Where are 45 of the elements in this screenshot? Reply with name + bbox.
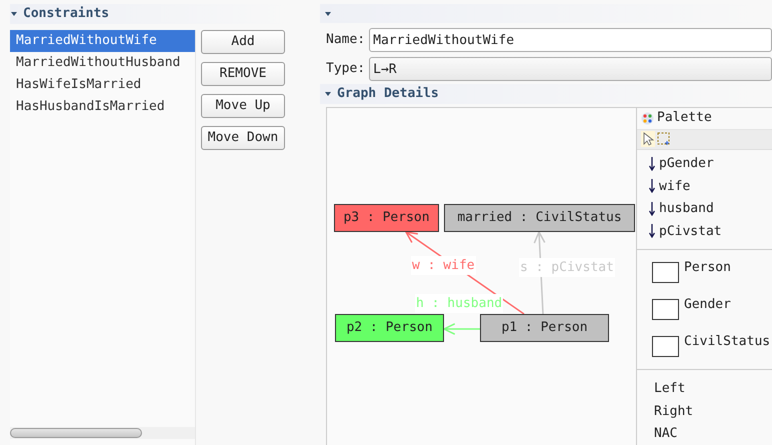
palette-tool[interactable]: Gender xyxy=(652,294,772,322)
arrow-down-icon xyxy=(649,179,655,194)
list-button[interactable]: Move Down xyxy=(201,126,285,150)
scrollbar-thumb[interactable] xyxy=(10,428,142,438)
palette-tool[interactable]: wife xyxy=(649,175,772,198)
graph-node[interactable]: married : CivilStatus xyxy=(444,204,635,232)
collapse-toggle-icon[interactable] xyxy=(10,10,18,18)
palette-tool[interactable]: Person xyxy=(652,258,772,284)
field-label: Name: xyxy=(326,31,366,50)
section-title: Graph Details xyxy=(337,85,439,103)
constraint-item[interactable]: HasHusbandIsMarried xyxy=(10,96,195,118)
arrow-down-icon xyxy=(649,202,655,216)
palette-section[interactable]: Right xyxy=(654,400,772,422)
list-button[interactable]: REMOVE xyxy=(201,62,285,86)
marquee-tool-icon[interactable] xyxy=(657,132,671,146)
constraint-item[interactable]: MarriedWithoutWife xyxy=(10,30,195,52)
node-shape-icon xyxy=(652,336,679,356)
arrow-down-icon xyxy=(649,156,655,171)
edge-label: h : husband xyxy=(415,294,504,313)
name-field[interactable]: MarriedWithoutWife xyxy=(369,28,772,52)
constraint-item[interactable]: MarriedWithoutHusband xyxy=(10,52,195,74)
field-label: Type: xyxy=(326,60,366,78)
palette-section[interactable]: Left xyxy=(654,378,772,400)
collapse-toggle-icon[interactable] xyxy=(324,90,332,98)
collapse-toggle-icon[interactable] xyxy=(324,10,332,18)
node-shape-icon xyxy=(652,262,679,282)
palette-tool[interactable]: pCivstat xyxy=(649,220,772,242)
palette-section[interactable]: NAC xyxy=(654,422,772,445)
list-button[interactable]: Move Up xyxy=(201,94,285,118)
section-title: Constraints xyxy=(23,5,110,24)
graph-node[interactable]: p3 : Person xyxy=(334,204,439,232)
graph-node[interactable]: p2 : Person xyxy=(335,314,444,342)
palette-tool[interactable]: pGender xyxy=(649,152,772,175)
pointer-tool-icon[interactable] xyxy=(641,131,655,147)
palette-tool[interactable]: CivilStatus xyxy=(652,332,772,358)
constraint-item[interactable]: HasWifeIsMarried xyxy=(10,74,195,96)
graph-node[interactable]: p1 : Person xyxy=(480,314,609,342)
type-field[interactable]: L→R xyxy=(369,57,772,81)
node-shape-icon xyxy=(652,298,679,320)
palette-icon xyxy=(641,112,654,124)
edge-label: w : wife xyxy=(411,256,476,275)
palette-title: Palette xyxy=(657,109,712,128)
list-button[interactable]: Add xyxy=(201,30,285,54)
palette-tool[interactable]: husband xyxy=(649,198,772,220)
arrow-down-icon xyxy=(649,224,655,238)
